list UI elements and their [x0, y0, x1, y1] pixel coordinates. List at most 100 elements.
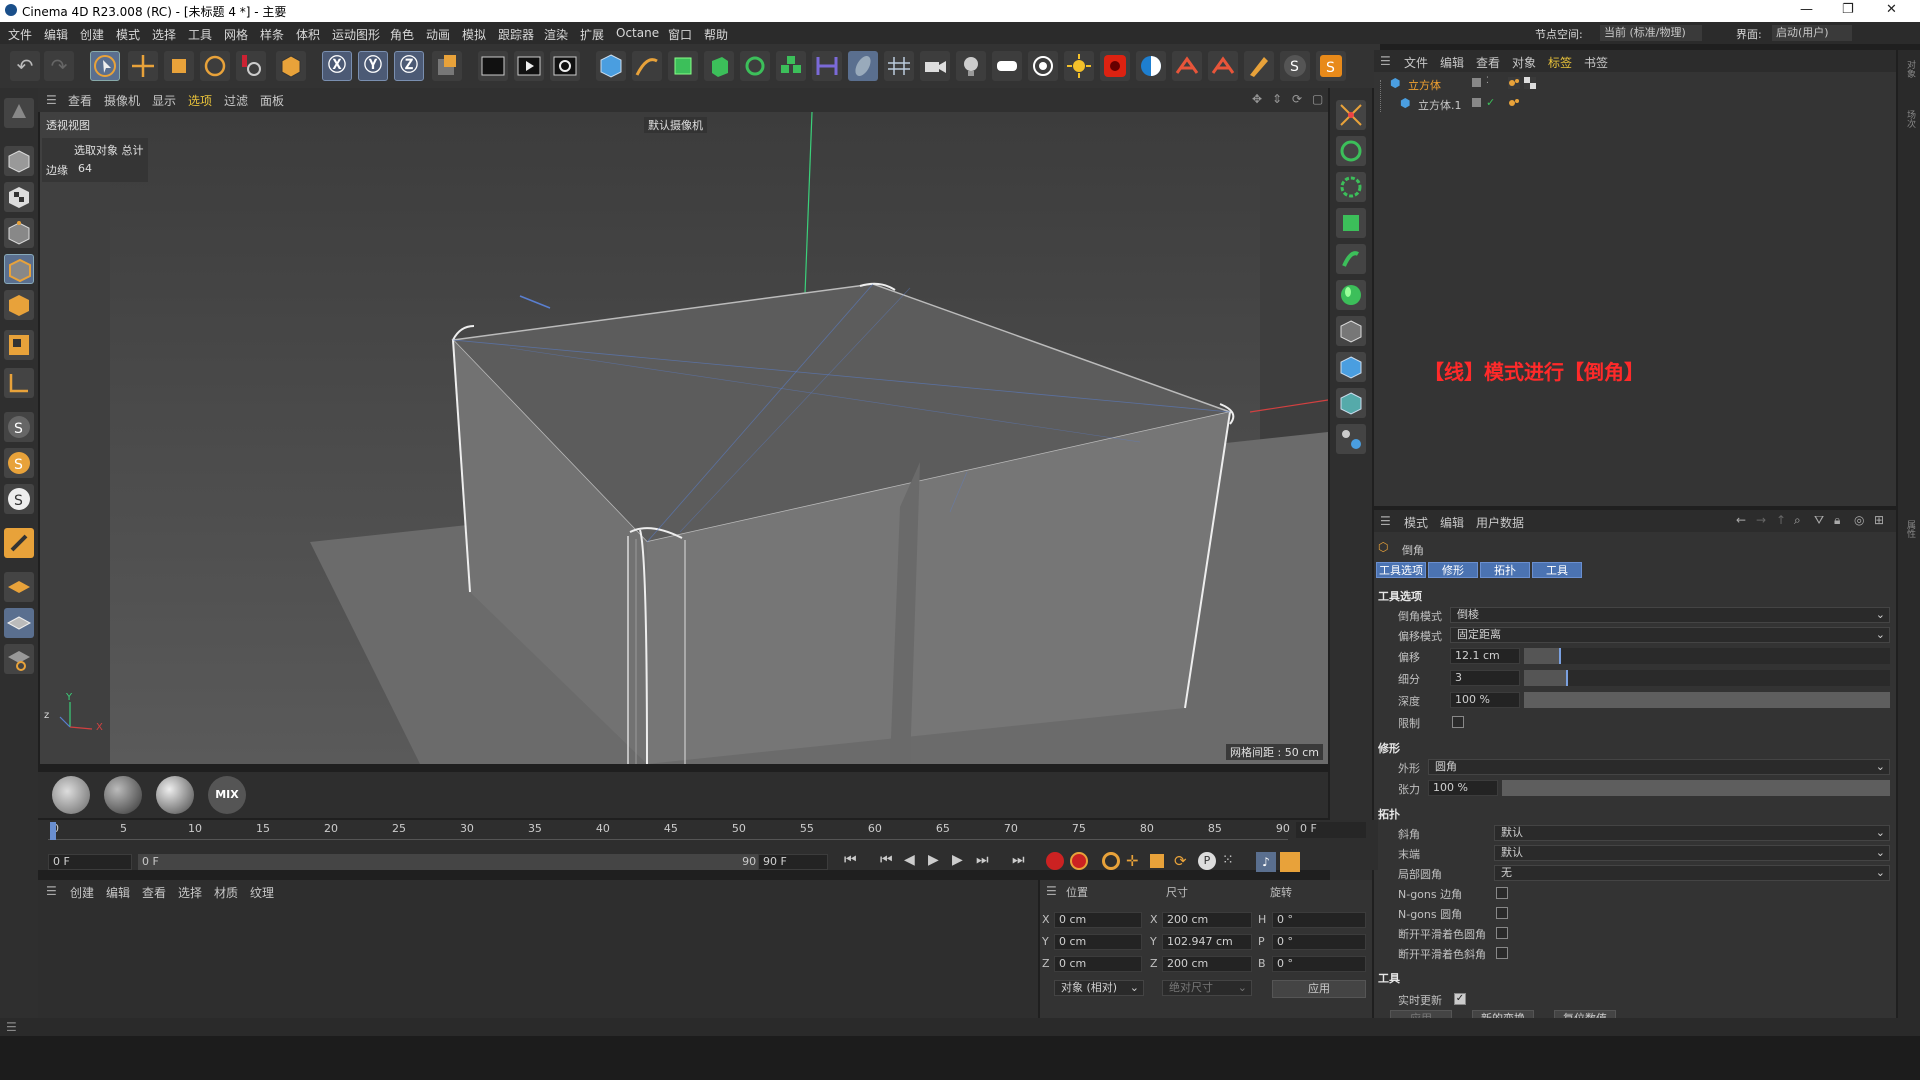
sound-icon[interactable]: ♪: [1256, 852, 1276, 872]
axis-mode-icon[interactable]: [4, 368, 34, 398]
edge-mode-icon[interactable]: [4, 254, 34, 284]
octane-daylight-icon[interactable]: [992, 51, 1022, 81]
tab-tool[interactable]: 工具: [1532, 562, 1582, 578]
object-menu-bookmarks[interactable]: 书签: [1584, 54, 1608, 71]
autokey-icon[interactable]: [1070, 852, 1088, 870]
layout-dropdown[interactable]: 启动(用户): [1772, 25, 1852, 41]
rotate-tool-icon[interactable]: [200, 51, 230, 81]
octane-render-icon[interactable]: [1100, 51, 1130, 81]
make-editable-icon[interactable]: [4, 98, 34, 128]
menu-create[interactable]: 创建: [80, 26, 104, 43]
x-axis-lock-icon[interactable]: Ⓧ: [322, 51, 352, 81]
sphere-icon[interactable]: [1336, 280, 1366, 310]
subdivision-field[interactable]: 3: [1450, 670, 1520, 686]
keyframe-selection-icon[interactable]: [1102, 852, 1120, 870]
subdivision-slider[interactable]: [1524, 670, 1890, 686]
texture-mode-icon[interactable]: [4, 182, 34, 212]
extrude-generator-icon[interactable]: [704, 51, 734, 81]
viewport-menu-options[interactable]: 选项: [188, 92, 212, 109]
size-mode-dropdown[interactable]: 绝对尺寸 ⌄: [1162, 980, 1252, 996]
symmetry-icon[interactable]: [1336, 172, 1366, 202]
cube-blue-icon[interactable]: [1336, 352, 1366, 382]
rot-h-field[interactable]: 0 °: [1272, 912, 1366, 928]
menu-mesh[interactable]: 网格: [224, 26, 248, 43]
rot-p-field[interactable]: 0 °: [1272, 934, 1366, 950]
previous-frame-icon[interactable]: ◀: [904, 852, 915, 868]
scale-tool-icon[interactable]: [164, 51, 194, 81]
ngon-round-checkbox[interactable]: [1496, 907, 1508, 919]
timeline-ruler[interactable]: 051015202530354045505560657075808590: [48, 822, 1290, 840]
pos-x-field[interactable]: 0 cm: [1054, 912, 1142, 928]
viewport-move-icon[interactable]: ✥: [1252, 92, 1262, 106]
deformer-icon[interactable]: [812, 51, 842, 81]
realtime-update-checkbox[interactable]: ✓: [1454, 993, 1466, 1005]
snap-white-icon[interactable]: S: [4, 484, 34, 514]
shape-dropdown[interactable]: 圆角 ⌄: [1428, 759, 1890, 775]
menu-select[interactable]: 选择: [152, 26, 176, 43]
grid-plane-icon[interactable]: [4, 608, 34, 638]
select-tool-icon[interactable]: [90, 51, 120, 81]
object-name[interactable]: 立方体.1: [1418, 97, 1462, 113]
material-checker-ball[interactable]: [52, 776, 90, 814]
octane-material-icon[interactable]: [1136, 51, 1166, 81]
perspective-viewport[interactable]: 透视视图 默认摄像机 选取对象 总计 边缘 64 z Y X 网格间距 : 50…: [40, 112, 1328, 764]
menu-simulate[interactable]: 模拟: [462, 26, 486, 43]
material-diffuse-ball[interactable]: [104, 776, 142, 814]
viewport-menu-filter[interactable]: 过滤: [224, 92, 248, 109]
boole-icon[interactable]: [1336, 136, 1366, 166]
up-arrow-icon[interactable]: ↑: [1776, 513, 1786, 527]
next-frame-icon[interactable]: ▶: [952, 852, 963, 868]
menu-extensions[interactable]: 扩展: [580, 26, 604, 43]
subdivision-generator-icon[interactable]: [668, 51, 698, 81]
octane-scatter-icon[interactable]: [1208, 51, 1238, 81]
octane-target-icon[interactable]: [1028, 51, 1058, 81]
polygon-mode-icon[interactable]: [4, 290, 34, 320]
object-name[interactable]: 立方体: [1408, 77, 1441, 93]
forward-arrow-icon[interactable]: →: [1756, 513, 1766, 527]
tab-shaping[interactable]: 修形: [1428, 562, 1478, 578]
quantize-icon[interactable]: [4, 644, 34, 674]
search-icon[interactable]: ⌕: [1794, 513, 1801, 528]
workplane-icon[interactable]: [4, 528, 34, 558]
coordinates-menu-icon[interactable]: ☰: [1046, 884, 1057, 898]
render-visibility-icon[interactable]: ⁚: [1486, 76, 1489, 86]
cube-outline-icon[interactable]: [1336, 316, 1366, 346]
camera-label[interactable]: 默认摄像机: [644, 117, 707, 133]
material-menu-icon[interactable]: ☰: [46, 884, 57, 898]
material-menu-edit[interactable]: 编辑: [106, 884, 130, 901]
pos-y-field[interactable]: 0 cm: [1054, 934, 1142, 950]
rot-b-field[interactable]: 0 °: [1272, 956, 1366, 972]
end-dropdown[interactable]: 默认 ⌄: [1494, 845, 1890, 861]
snap-icon[interactable]: S: [4, 412, 34, 442]
size-x-field[interactable]: 200 cm: [1162, 912, 1252, 928]
previous-key-icon[interactable]: ⏮: [880, 852, 893, 868]
material-tag-icon[interactable]: [1524, 77, 1536, 89]
filter-icon[interactable]: ⛛: [1814, 513, 1824, 528]
light-icon[interactable]: [956, 51, 986, 81]
polygon-object-icon[interactable]: [1336, 388, 1366, 418]
world-coordinates-icon[interactable]: [432, 51, 462, 81]
offset-slider[interactable]: [1524, 648, 1890, 664]
editor-visibility-icon[interactable]: [1472, 78, 1481, 87]
menu-spline[interactable]: 样条: [260, 26, 284, 43]
z-axis-lock-icon[interactable]: Ⓩ: [394, 51, 424, 81]
playhead-marker[interactable]: [50, 822, 56, 840]
material-menu-create[interactable]: 创建: [70, 884, 94, 901]
uv-mode-icon[interactable]: [4, 330, 34, 360]
plugin-s-dark-icon[interactable]: S: [1280, 51, 1310, 81]
viewport-maximize-icon[interactable]: ▢: [1312, 92, 1323, 106]
attribute-menu-userdata[interactable]: 用户数据: [1476, 514, 1524, 531]
end-frame-field[interactable]: 90 F: [758, 854, 828, 870]
menu-help[interactable]: 帮助: [704, 26, 728, 43]
viewport-menu-view[interactable]: 查看: [68, 92, 92, 109]
new-panel-icon[interactable]: ⊞: [1874, 513, 1884, 527]
phong-tag-icon[interactable]: [1508, 77, 1520, 89]
attribute-menu-edit[interactable]: 编辑: [1440, 514, 1464, 531]
start-frame-field[interactable]: 0 F: [48, 854, 132, 870]
bevel-mode-dropdown[interactable]: 倒棱 ⌄: [1450, 607, 1890, 623]
object-menu-file[interactable]: 文件: [1404, 54, 1428, 71]
depth-field[interactable]: 100 %: [1450, 692, 1520, 708]
partial-round-dropdown[interactable]: 无 ⌄: [1494, 865, 1890, 881]
offset-field[interactable]: 12.1 cm: [1450, 648, 1520, 664]
record-keys-icon[interactable]: [1046, 852, 1064, 870]
